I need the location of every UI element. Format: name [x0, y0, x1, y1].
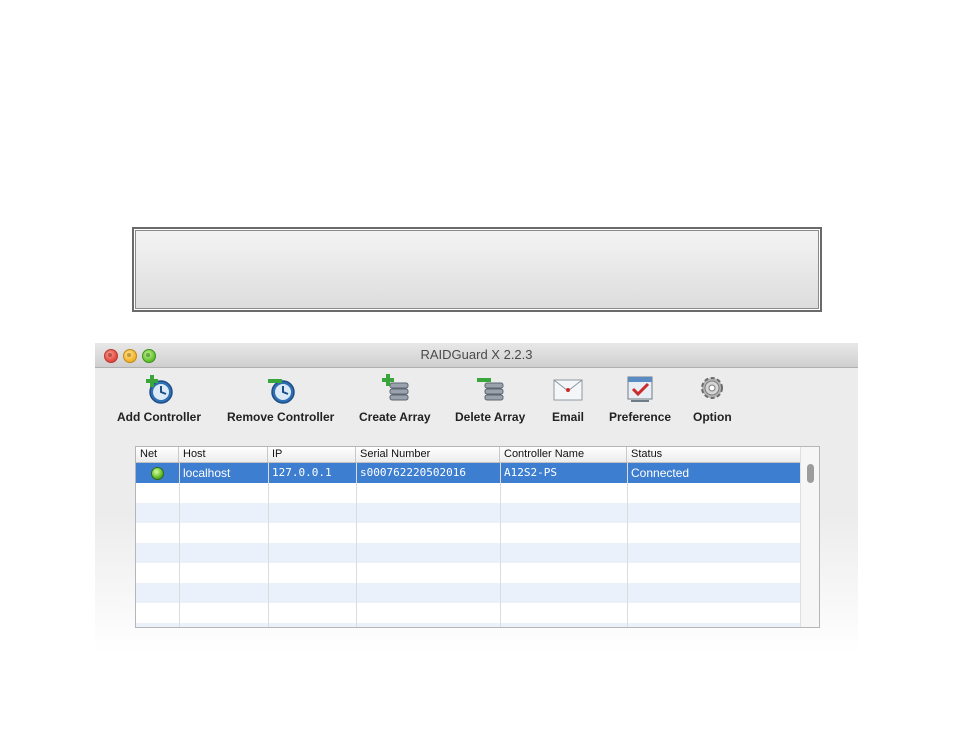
scrollbar-thumb[interactable] [807, 464, 814, 483]
controller-table: Net Host IP Serial Number Controller Nam… [135, 446, 820, 628]
table-row[interactable]: localhost 127.0.0.1 s000762220502016 A12… [136, 463, 800, 483]
empty-table-row [136, 603, 800, 623]
empty-table-row [136, 583, 800, 603]
column-header-serial-number[interactable]: Serial Number [356, 447, 500, 462]
title-bar: RAIDGuard X 2.2.3 [95, 343, 858, 368]
table-body: localhost 127.0.0.1 s000762220502016 A12… [136, 463, 800, 627]
column-header-net[interactable]: Net [136, 447, 179, 462]
column-header-controller-name[interactable]: Controller Name [500, 447, 627, 462]
column-header-host[interactable]: Host [179, 447, 268, 462]
controller-name-cell: A12S2-PS [504, 466, 557, 479]
empty-table-row [136, 523, 800, 543]
empty-table-row [136, 483, 800, 503]
email-label: Email [551, 410, 584, 424]
empty-table-row [136, 503, 800, 523]
green-status-light-icon [151, 467, 164, 480]
remove-controller-button[interactable]: Remove Controller [227, 373, 334, 424]
empty-table-row [136, 623, 800, 627]
create-array-icon [381, 374, 409, 401]
column-divider [356, 463, 357, 627]
option-button[interactable]: Option [693, 373, 732, 424]
status-cell: Connected [631, 466, 690, 480]
column-header-ip[interactable]: IP [268, 447, 356, 462]
remove-controller-icon [267, 379, 295, 404]
email-icon [553, 379, 583, 401]
add-controller-button[interactable]: Add Controller [117, 373, 201, 424]
add-controller-icon [146, 375, 173, 404]
preference-button[interactable]: Preference [609, 373, 671, 424]
empty-table-row [136, 543, 800, 563]
window-title: RAIDGuard X 2.2.3 [420, 347, 533, 362]
delete-array-button[interactable]: Delete Array [455, 373, 525, 424]
callout-box [132, 227, 822, 312]
vertical-scrollbar[interactable] [800, 447, 819, 627]
email-button[interactable]: Email [550, 373, 586, 424]
remove-controller-label: Remove Controller [227, 410, 335, 424]
column-divider [500, 463, 501, 627]
delete-array-label: Delete Array [455, 410, 526, 424]
app-window: RAIDGuard X 2.2.3 Add Controller Remove … [95, 343, 858, 653]
column-divider [268, 463, 269, 627]
add-controller-label: Add Controller [117, 410, 201, 424]
empty-table-row [136, 563, 800, 583]
table-header: Net Host IP Serial Number Controller Nam… [136, 447, 800, 463]
column-divider [627, 463, 628, 627]
option-label: Option [693, 410, 732, 424]
ip-cell: 127.0.0.1 [272, 466, 332, 479]
host-cell: localhost [183, 466, 231, 480]
serial-number-cell: s000762220502016 [360, 466, 466, 479]
column-divider [179, 463, 180, 627]
create-array-button[interactable]: Create Array [359, 373, 431, 424]
column-header-status[interactable]: Status [627, 447, 800, 462]
option-gear-icon [701, 377, 724, 399]
preference-label: Preference [609, 410, 672, 424]
create-array-label: Create Array [359, 410, 431, 424]
delete-array-icon [477, 378, 504, 401]
preference-icon [627, 376, 653, 402]
net-status-cell [136, 463, 179, 483]
